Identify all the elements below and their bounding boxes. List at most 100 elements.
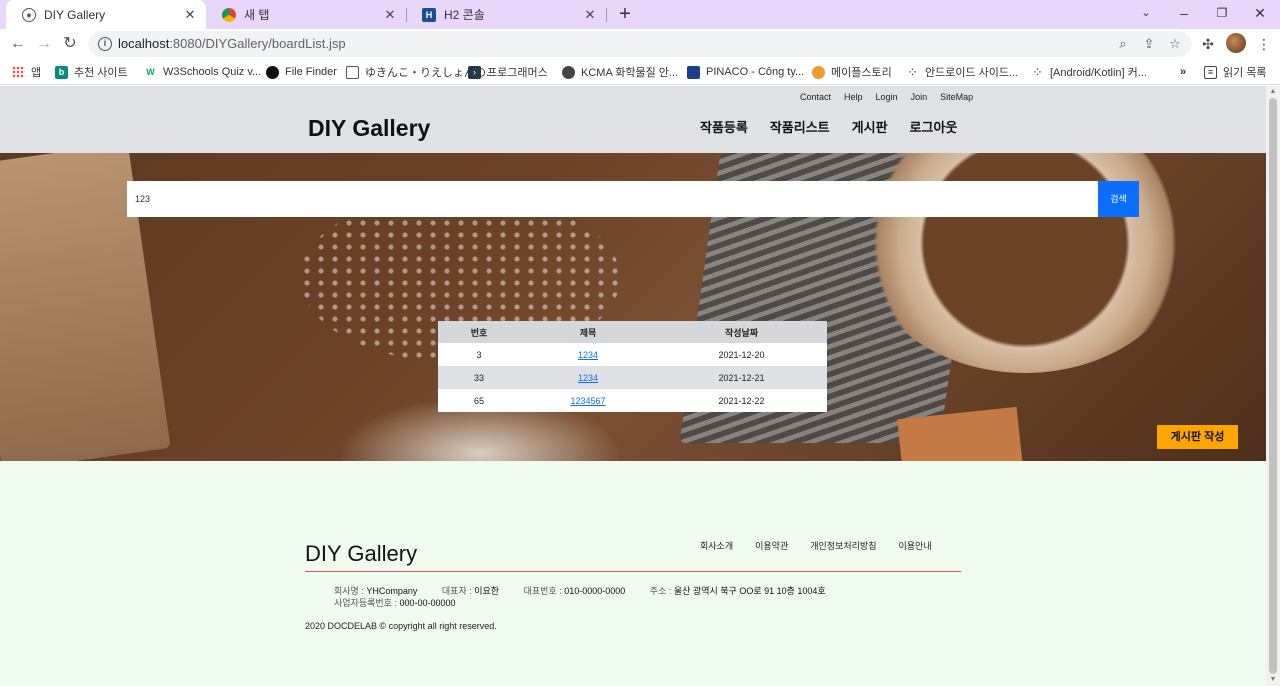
company-info: 회사명 : YHCompany 대표자 : 이요한 대표번호 : 010-000… — [334, 585, 848, 609]
browser-toolbar: ← → ↻ i localhost:8080/DIYGallery/boardL… — [0, 29, 1280, 59]
nav-register-work[interactable]: 작품등록 — [700, 117, 748, 136]
search-button[interactable]: 검색 — [1098, 181, 1139, 217]
bookmark-pinaco[interactable]: PINACO - Công ty... — [687, 63, 804, 81]
site-logo[interactable]: DIY Gallery — [308, 115, 430, 142]
util-link-help[interactable]: Help — [844, 92, 863, 102]
tab-title: DIY Gallery — [44, 7, 106, 22]
menu-kebab-icon[interactable]: ⋮ — [1252, 32, 1276, 56]
write-post-button[interactable]: 게시판 작성 — [1157, 425, 1238, 449]
bookmark-android-kotlin[interactable]: ⁘ [Android/Kotlin] 커... — [1031, 63, 1147, 81]
close-icon[interactable]: ✕ — [380, 7, 400, 23]
tab-search-icon[interactable]: ⌄ — [1126, 0, 1166, 29]
bookmark-label: 메이플스토리 — [831, 67, 892, 79]
bookmark-file-finder[interactable]: File Finder — [266, 63, 337, 81]
company-info-row: 회사명 : YHCompany 대표자 : 이요한 대표번호 : 010-000… — [334, 585, 848, 597]
scroll-up-arrow-icon[interactable]: ▲ — [1269, 88, 1277, 96]
chrome-icon — [222, 7, 236, 22]
close-icon[interactable]: ✕ — [580, 7, 600, 23]
hero-section: 검색 번호 제목 작성날짜 3 1234 2021-12-20 33 1234 — [0, 153, 1266, 461]
util-link-sitemap[interactable]: SiteMap — [940, 92, 973, 102]
site-info-icon[interactable]: i — [98, 37, 112, 51]
copyright-text: 2020 DOCDELAB © copyright all right rese… — [305, 621, 497, 631]
w3schools-icon: W — [146, 67, 155, 77]
extensions-puzzle-icon[interactable]: ✣ — [1196, 32, 1220, 56]
util-link-contact[interactable]: Contact — [800, 92, 831, 102]
bookmarks-more-button[interactable]: » — [1180, 63, 1186, 81]
util-link-login[interactable]: Login — [876, 92, 898, 102]
share-icon[interactable]: ⇪ — [1140, 35, 1158, 53]
table-row: 33 1234 2021-12-21 — [438, 366, 827, 389]
post-date: 2021-12-20 — [656, 343, 827, 366]
restore-button[interactable]: ❐ — [1202, 0, 1242, 29]
address-bar[interactable]: i localhost:8080/DIYGallery/boardList.js… — [88, 31, 1192, 57]
close-window-button[interactable]: ✕ — [1240, 0, 1280, 29]
minimize-button[interactable]: – — [1164, 0, 1204, 29]
new-tab-button[interactable]: + — [614, 3, 636, 25]
site-header: Contact Help Login Join SiteMap DIY Gall… — [0, 86, 1266, 153]
bookmark-programmers[interactable]: › 프로그래머스 — [468, 63, 548, 81]
tab-h2-console[interactable]: H H2 콘솔 ✕ — [406, 0, 606, 29]
footer-link-about[interactable]: 회사소개 — [700, 539, 733, 552]
post-date: 2021-12-22 — [656, 389, 827, 412]
post-title-link[interactable]: 1234567 — [570, 396, 605, 406]
company-name: 회사명 : YHCompany — [334, 586, 418, 596]
bookmark-recommended[interactable]: b 추천 사이트 — [55, 63, 128, 81]
table-header-row: 번호 제목 작성날짜 — [438, 321, 827, 343]
bookmark-label: PINACO - Công ty... — [706, 66, 805, 78]
business-number: 사업자등록번호 : 000-00-00000 — [334, 598, 456, 608]
scrollbar-thumb[interactable] — [1269, 98, 1277, 674]
search-bar: 검색 — [127, 181, 1139, 217]
site-footer: DIY Gallery 회사소개 이용약관 개인정보처리방침 이용안내 회사명 … — [0, 461, 1266, 686]
programmers-icon: › — [468, 65, 481, 79]
close-icon[interactable]: ✕ — [180, 7, 200, 23]
forward-icon[interactable]: → — [32, 32, 56, 56]
bookmark-apps[interactable]: 앱 — [12, 63, 41, 81]
bookmark-maplestory[interactable]: 메이플스토리 — [812, 63, 892, 81]
company-info-row: 사업자등록번호 : 000-00-00000 — [334, 597, 848, 609]
bookmark-star-icon[interactable]: ☆ — [1166, 35, 1184, 53]
nav-board[interactable]: 게시판 — [852, 117, 888, 136]
tv-icon — [346, 65, 359, 79]
back-icon[interactable]: ← — [6, 32, 30, 56]
tab-new-tab[interactable]: 새 탭 ✕ — [206, 0, 406, 29]
bookmark-android-side[interactable]: ⁘ 안드로이드 사이드... — [906, 63, 1018, 81]
nav-logout[interactable]: 로그아웃 — [910, 117, 958, 136]
dots-icon: ⁘ — [1033, 66, 1042, 77]
footer-link-privacy[interactable]: 개인정보처리방침 — [810, 539, 876, 552]
util-link-join[interactable]: Join — [911, 92, 928, 102]
zoom-icon[interactable]: ⌕ — [1114, 35, 1132, 53]
bookmark-label: 프로그래머스 — [487, 67, 548, 79]
footer-link-guide[interactable]: 이용안내 — [899, 539, 932, 552]
github-icon — [266, 65, 279, 79]
pinaco-icon — [687, 65, 700, 79]
main-nav: 작품등록 작품리스트 게시판 로그아웃 — [700, 117, 979, 136]
reload-icon[interactable]: ↻ — [58, 32, 82, 56]
bookmark-label: KCMA 화학물질 안... — [581, 67, 679, 79]
globe-icon: ● — [22, 7, 36, 22]
footer-link-terms[interactable]: 이용약관 — [755, 539, 788, 552]
reading-list-label: 읽기 목록 — [1223, 67, 1267, 79]
tab-separator — [606, 8, 607, 22]
bookmark-kcma[interactable]: KCMA 화학물질 안... — [562, 63, 678, 81]
tab-diy-gallery[interactable]: ● DIY Gallery ✕ — [6, 0, 206, 29]
bookmark-label: File Finder — [285, 66, 337, 78]
post-title-link[interactable]: 1234 — [578, 350, 598, 360]
post-title-link[interactable]: 1234 — [578, 373, 598, 383]
bookmark-w3schools[interactable]: W W3Schools Quiz v... — [144, 63, 261, 81]
page-scrollbar[interactable]: ▲ ▼ — [1266, 86, 1280, 686]
maple-icon — [812, 65, 825, 79]
post-date: 2021-12-21 — [656, 366, 827, 389]
reading-list[interactable]: ≡ 읽기 목록 — [1204, 63, 1267, 81]
globe-icon — [562, 65, 575, 79]
board-table: 번호 제목 작성날짜 3 1234 2021-12-20 33 1234 202… — [438, 321, 827, 412]
h2-icon: H — [422, 7, 436, 22]
utility-links: Contact Help Login Join SiteMap — [800, 92, 986, 102]
post-title-cell: 1234 — [520, 366, 656, 389]
profile-avatar[interactable] — [1226, 33, 1246, 53]
bookmark-label: 추천 사이트 — [74, 67, 128, 79]
scroll-down-arrow-icon[interactable]: ▼ — [1269, 676, 1277, 684]
search-input[interactable] — [127, 181, 1099, 217]
tab-title: H2 콘솔 — [444, 8, 485, 22]
address: 주소 : 울산 광역시 북구 OO로 91 10층 1004호 — [649, 586, 826, 596]
nav-work-list[interactable]: 작품리스트 — [770, 117, 830, 136]
